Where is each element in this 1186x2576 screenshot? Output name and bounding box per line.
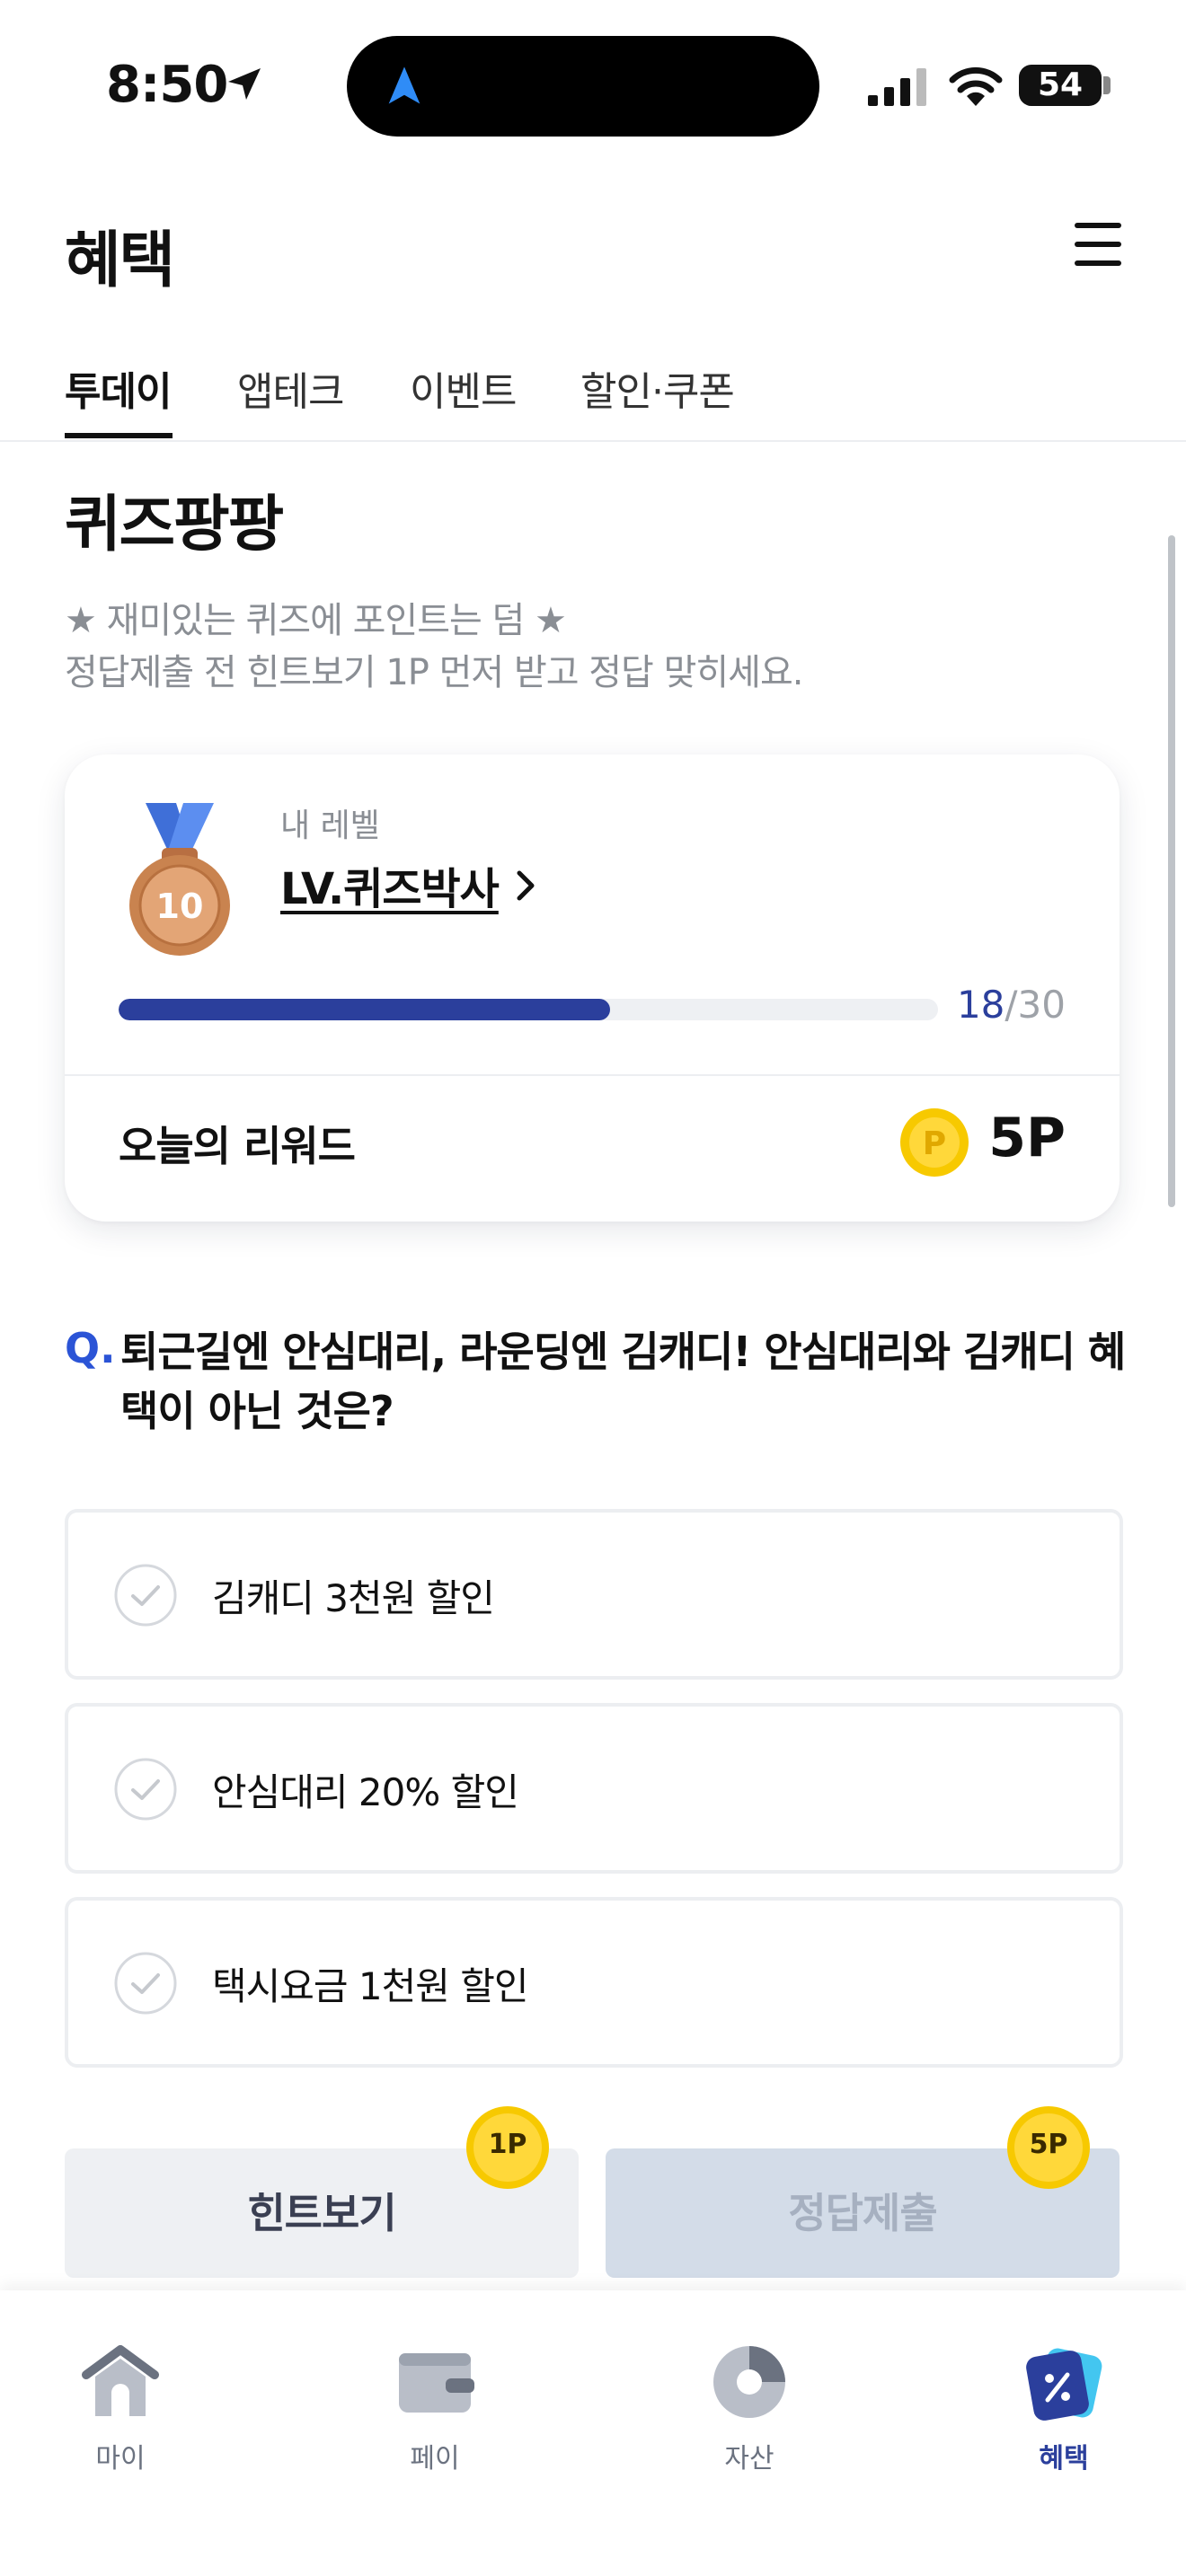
submit-point-badge: 5P [1029, 2129, 1068, 2160]
progress-total: 30 [1017, 983, 1066, 1027]
hint-point-badge: 1P [488, 2129, 527, 2160]
cellular-signal-icon [868, 68, 926, 106]
answer-option[interactable]: 김캐디 3천원 할인 [65, 1509, 1123, 1680]
nav-item-pay[interactable]: 페이 [345, 2341, 525, 2493]
nav-item-benefits[interactable]: 혜택 [974, 2341, 1154, 2493]
level-caption: 내 레벨 [280, 807, 380, 844]
wifi-icon [949, 66, 1003, 106]
nav-item-my[interactable]: 마이 [31, 2341, 210, 2493]
nav-label-pay: 페이 [410, 2443, 460, 2475]
answer-option-label: 김캐디 3천원 할인 [212, 1576, 495, 1620]
nav-label-benefits: 혜택 [1039, 2443, 1089, 2475]
coin-letter: P [923, 1125, 946, 1162]
quiz-description-line2: 정답제출 전 힌트보기 1P 먼저 받고 정답 맞히세요. [65, 652, 803, 693]
level-name-link[interactable]: LV.퀴즈박사 [280, 853, 500, 916]
tab-today[interactable]: 투데이 [65, 359, 172, 417]
check-circle-icon [114, 1758, 177, 1821]
nav-label-assets: 자산 [724, 2443, 774, 2475]
check-circle-icon [114, 1564, 177, 1627]
discount-tag-icon [1026, 2348, 1102, 2421]
answer-option-label: 안심대리 20% 할인 [212, 1770, 519, 1814]
tab-bar: 투데이 앱테크 이벤트 할인·쿠폰 [0, 350, 1186, 442]
question-prefix: Q. [65, 1324, 116, 1372]
dynamic-island [347, 36, 819, 137]
navigation-arrow-icon [388, 66, 420, 104]
tab-apptech[interactable]: 앱테크 [237, 359, 344, 417]
battery-tip [1103, 76, 1111, 94]
progress-current: 18 [956, 983, 1005, 1027]
quiz-description-line1: ★ 재미있는 퀴즈에 포인트는 덤 ★ [65, 600, 567, 641]
wallet-icon [399, 2353, 474, 2413]
bronze-medal-icon: 10 [129, 803, 230, 956]
medal-number: 10 [156, 887, 204, 926]
answer-option[interactable]: 택시요금 1천원 할인 [65, 1897, 1123, 2068]
section-title: 퀴즈팡팡 [65, 490, 284, 560]
status-time: 8:50 [106, 56, 228, 114]
location-arrow-icon [228, 68, 261, 100]
reward-label: 오늘의 리워드 [119, 1122, 356, 1170]
chevron-right-icon[interactable] [510, 868, 541, 904]
nav-item-assets[interactable]: 자산 [659, 2341, 839, 2493]
answer-option[interactable]: 안심대리 20% 할인 [65, 1703, 1123, 1874]
check-circle-icon [114, 1952, 177, 2015]
tab-event[interactable]: 이벤트 [410, 359, 517, 417]
card-divider [65, 1074, 1120, 1076]
level-progress-fill [119, 999, 611, 1020]
hamburger-menu-icon[interactable] [1075, 223, 1121, 266]
pie-chart-icon [713, 2346, 785, 2418]
level-card: 10 내 레벨 LV.퀴즈박사 18/30 오늘의 리워드 P 5P [65, 754, 1120, 1222]
page-title: 혜택 [65, 225, 175, 296]
level-progress-count: 18/30 [957, 983, 1066, 1027]
home-icon [82, 2345, 159, 2416]
question-text: 퇴근길엔 안심대리, 라운딩엔 김캐디! 안심대리와 김캐디 혜택이 아닌 것은… [120, 1328, 1126, 1435]
tab-discount-coupon[interactable]: 할인·쿠폰 [580, 359, 735, 417]
answer-option-label: 택시요금 1천원 할인 [212, 1964, 529, 2008]
active-tab-indicator [65, 433, 173, 438]
bottom-navigation: 마이 페이 자산 혜택 [0, 2290, 1186, 2576]
point-coin-icon: P [900, 1108, 969, 1177]
nav-label-my: 마이 [95, 2443, 146, 2475]
scrollbar[interactable] [1168, 535, 1175, 1207]
reward-value: 5P [988, 1107, 1066, 1169]
status-bar: 8:50 54 [0, 0, 1186, 171]
level-progress-bar [119, 999, 938, 1020]
progress-separator: / [1005, 983, 1018, 1027]
battery-icon: 54 [1019, 65, 1102, 106]
